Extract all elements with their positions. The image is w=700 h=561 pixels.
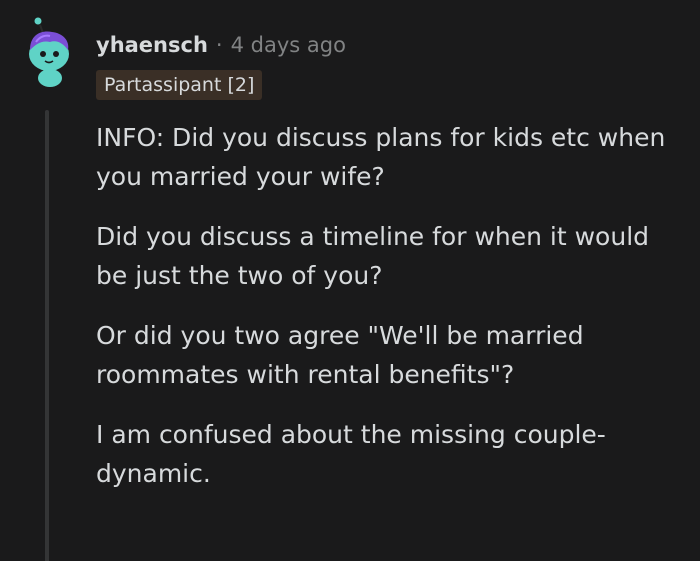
comment-paragraph: I am confused about the missing couple-d… bbox=[96, 420, 606, 488]
comment: yhaensch · 4 days ago Partassipant [2] I… bbox=[0, 0, 700, 561]
user-flair: Partassipant [2] bbox=[96, 70, 263, 100]
meta-separator: · bbox=[215, 33, 223, 57]
comment-header: yhaensch · 4 days ago bbox=[96, 30, 346, 60]
comment-body: INFO: Did you discuss plans for kids etc… bbox=[96, 118, 686, 514]
snoo-avatar-icon bbox=[29, 16, 69, 87]
thread-collapse-line[interactable] bbox=[45, 110, 49, 561]
author-username[interactable]: yhaensch bbox=[96, 33, 208, 57]
comment-paragraph: INFO: Did you discuss plans for kids etc… bbox=[96, 123, 666, 191]
comment-paragraph: Or did you two agree "We'll be married r… bbox=[96, 321, 584, 389]
comment-timestamp[interactable]: 4 days ago bbox=[231, 33, 346, 57]
user-avatar[interactable] bbox=[22, 16, 74, 88]
comment-paragraph: Did you discuss a timeline for when it w… bbox=[96, 222, 650, 290]
